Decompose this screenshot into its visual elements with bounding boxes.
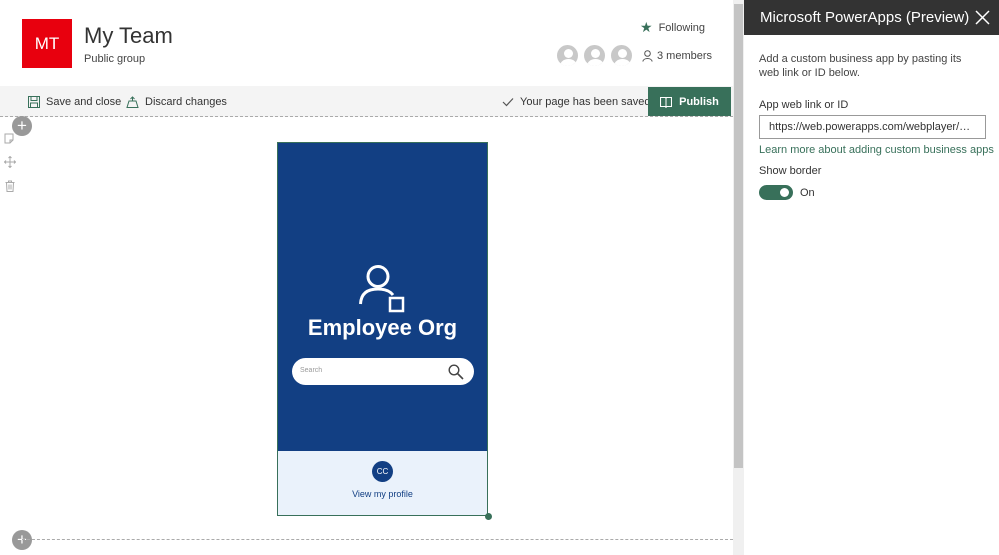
site-header: MT My Team Public group ★ Following 3 me… bbox=[0, 0, 744, 86]
publish-label: Publish bbox=[679, 95, 719, 108]
scrollbar[interactable] bbox=[733, 0, 744, 555]
site-title[interactable]: My Team bbox=[84, 23, 173, 49]
property-panel: Microsoft PowerApps (Preview) Add a cust… bbox=[744, 0, 999, 555]
section-divider bbox=[22, 539, 733, 540]
publish-button[interactable]: Publish bbox=[648, 87, 731, 116]
edit-icon[interactable] bbox=[4, 132, 16, 144]
publish-icon bbox=[660, 96, 673, 108]
members-count: 3 members bbox=[657, 49, 713, 62]
app-hero: Employee Org Search bbox=[278, 143, 487, 451]
save-and-close-label: Save and close bbox=[46, 95, 122, 108]
save-status-text: Your page has been saved bbox=[520, 95, 651, 108]
panel-description: Add a custom business app by pasting its… bbox=[759, 53, 962, 79]
app-link-label: App web link or ID bbox=[759, 99, 849, 111]
page: MT My Team Public group ★ Following 3 me… bbox=[0, 0, 999, 555]
app-user-icon bbox=[359, 265, 405, 313]
move-icon[interactable] bbox=[4, 156, 16, 168]
discard-changes-label: Discard changes bbox=[145, 95, 227, 108]
follow-label: Following bbox=[658, 21, 706, 34]
show-border-toggle[interactable] bbox=[759, 185, 793, 200]
profile-avatar[interactable]: CC bbox=[372, 461, 393, 482]
delete-icon[interactable] bbox=[4, 180, 16, 192]
close-icon[interactable] bbox=[975, 10, 990, 25]
site-logo[interactable]: MT bbox=[22, 19, 72, 68]
save-status: Your page has been saved bbox=[502, 86, 650, 117]
members-button[interactable]: 3 members bbox=[555, 43, 712, 68]
show-border-label: Show border bbox=[759, 165, 822, 177]
avatar bbox=[582, 43, 607, 68]
app-title: Employee Org bbox=[307, 315, 458, 340]
person-icon bbox=[642, 49, 653, 62]
site-subtitle: Public group bbox=[84, 53, 146, 65]
panel-header: Microsoft PowerApps (Preview) bbox=[744, 0, 999, 35]
save-and-close-button[interactable]: Save and close bbox=[28, 86, 121, 117]
view-profile-link[interactable]: View my profile bbox=[278, 489, 487, 499]
app-search-placeholder: Search bbox=[300, 367, 323, 374]
toggle-knob bbox=[780, 188, 789, 197]
discard-icon bbox=[126, 95, 139, 108]
avatar bbox=[609, 43, 634, 68]
search-icon[interactable] bbox=[448, 364, 464, 380]
learn-more-link[interactable]: Learn more about adding custom business … bbox=[759, 144, 994, 156]
discard-changes-button[interactable]: Discard changes bbox=[126, 86, 227, 117]
command-bar: Save and close Discard changes Your page… bbox=[0, 86, 733, 117]
star-icon: ★ bbox=[640, 19, 653, 35]
powerapps-webpart[interactable]: Employee Org Search CC View my profile bbox=[277, 142, 488, 516]
app-link-input[interactable]: https://web.powerapps.com/webplayer/app?… bbox=[759, 115, 986, 139]
follow-button[interactable]: ★ Following bbox=[640, 19, 705, 36]
add-section-icon[interactable]: + bbox=[12, 530, 32, 550]
checkmark-icon bbox=[502, 97, 514, 106]
app-footer: CC View my profile bbox=[278, 451, 487, 515]
save-icon bbox=[28, 95, 40, 108]
app-search-input[interactable]: Search bbox=[292, 358, 474, 385]
avatar bbox=[555, 43, 580, 68]
panel-title: Microsoft PowerApps (Preview) bbox=[760, 9, 970, 26]
resize-handle[interactable] bbox=[485, 513, 492, 520]
toggle-state: On bbox=[800, 187, 815, 199]
scrollbar-thumb[interactable] bbox=[734, 4, 743, 468]
